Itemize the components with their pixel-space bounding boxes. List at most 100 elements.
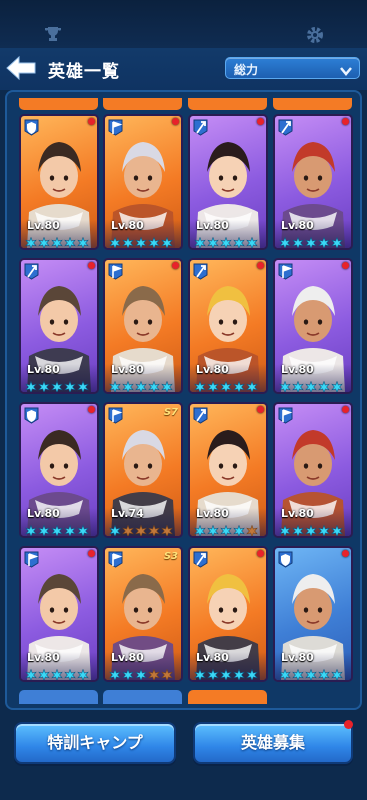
star-filled-icon — [331, 522, 343, 536]
flag-class-icon — [108, 263, 123, 280]
star-filled-icon — [51, 234, 63, 248]
star-filled-icon — [246, 378, 258, 392]
star-filled-icon — [292, 234, 304, 248]
shield-class-icon — [24, 119, 39, 136]
star-filled-icon — [135, 234, 147, 248]
hero-level: Lv.80 — [281, 651, 314, 664]
star-filled-icon — [246, 234, 258, 248]
hero-card[interactable]: S7 Lv.74 — [103, 402, 183, 538]
star-rating — [109, 522, 173, 536]
star-filled-icon — [38, 378, 50, 392]
star-filled-icon — [194, 522, 206, 536]
hero-level: Lv.80 — [27, 651, 60, 664]
partial-hero-card[interactable] — [19, 690, 98, 704]
hero-card[interactable]: Lv.80 — [103, 114, 183, 250]
star-filled-icon — [233, 666, 245, 680]
star-filled-icon — [194, 666, 206, 680]
star-rating — [279, 234, 343, 248]
star-filled-icon — [109, 666, 121, 680]
star-empty-icon — [148, 666, 160, 680]
star-filled-icon — [122, 666, 134, 680]
star-filled-icon — [305, 522, 317, 536]
axe-class-icon — [193, 407, 208, 424]
star-rating — [25, 378, 89, 392]
star-empty-icon — [135, 522, 147, 536]
hero-level: Lv.80 — [281, 363, 314, 376]
star-filled-icon — [77, 666, 89, 680]
star-filled-icon — [77, 234, 89, 248]
star-rating — [194, 378, 258, 392]
hero-level: Lv.80 — [196, 363, 229, 376]
hero-card[interactable]: Lv.80 — [273, 114, 353, 250]
top-bar — [0, 0, 367, 48]
star-filled-icon — [220, 666, 232, 680]
hero-card[interactable]: S3 Lv.80 — [103, 546, 183, 682]
star-filled-icon — [38, 234, 50, 248]
hero-card[interactable]: Lv.80 — [188, 258, 268, 394]
hero-recruit-label: 英雄募集 — [240, 733, 305, 752]
hero-card[interactable]: Lv.80 — [103, 258, 183, 394]
star-filled-icon — [135, 666, 147, 680]
partial-hero-card[interactable] — [103, 690, 182, 704]
notification-dot — [88, 550, 95, 557]
hero-card[interactable]: Lv.80 — [19, 258, 99, 394]
hero-card[interactable]: Lv.80 — [273, 258, 353, 394]
partial-hero-card[interactable] — [188, 690, 267, 704]
page-header: 英雄一覧 総力 — [0, 48, 367, 90]
hero-card[interactable]: Lv.80 — [188, 546, 268, 682]
sort-dropdown[interactable]: 総力 — [225, 57, 360, 79]
star-filled-icon — [331, 378, 343, 392]
star-rating — [25, 522, 89, 536]
sort-selected-label: 総力 — [234, 63, 259, 77]
hero-card[interactable]: Lv.80 — [19, 114, 99, 250]
hero-card[interactable]: Lv.80 — [273, 546, 353, 682]
partial-hero-card[interactable] — [103, 98, 182, 110]
hero-level: Lv.80 — [196, 219, 229, 232]
shield-class-icon — [24, 407, 39, 424]
hero-level: Lv.80 — [111, 651, 144, 664]
flag-class-icon — [278, 263, 293, 280]
back-button[interactable] — [5, 54, 37, 82]
training-camp-button[interactable]: 特訓キャンプ — [14, 722, 176, 764]
axe-class-icon — [193, 263, 208, 280]
gear-icon[interactable] — [306, 26, 324, 48]
star-filled-icon — [318, 666, 330, 680]
star-rating — [25, 666, 89, 680]
trophy-icon[interactable] — [44, 26, 62, 46]
star-rating — [194, 666, 258, 680]
star-filled-icon — [207, 234, 219, 248]
notification-dot — [342, 118, 349, 125]
partial-hero-card[interactable] — [19, 98, 98, 110]
hero-card[interactable]: Lv.80 — [273, 402, 353, 538]
hero-card[interactable]: Lv.80 — [19, 546, 99, 682]
partial-hero-card[interactable] — [273, 98, 352, 110]
star-rating — [194, 234, 258, 248]
star-rating — [109, 378, 173, 392]
star-filled-icon — [64, 522, 76, 536]
notification-dot — [344, 720, 353, 729]
notification-dot — [257, 118, 264, 125]
star-filled-icon — [220, 378, 232, 392]
star-filled-icon — [135, 378, 147, 392]
star-filled-icon — [220, 234, 232, 248]
hero-recruit-button[interactable]: 英雄募集 — [193, 720, 353, 764]
star-filled-icon — [161, 234, 173, 248]
star-filled-icon — [64, 666, 76, 680]
partial-hero-card[interactable] — [188, 98, 267, 110]
hero-level: Lv.80 — [281, 219, 314, 232]
notification-dot — [342, 262, 349, 269]
notification-dot — [342, 550, 349, 557]
hero-card[interactable]: Lv.80 — [19, 402, 99, 538]
star-filled-icon — [194, 234, 206, 248]
hero-card[interactable]: Lv.80 — [188, 114, 268, 250]
notification-dot — [257, 262, 264, 269]
star-rating — [109, 234, 173, 248]
hero-card[interactable]: Lv.80 — [188, 402, 268, 538]
star-filled-icon — [122, 378, 134, 392]
star-filled-icon — [64, 234, 76, 248]
hero-level: Lv.74 — [111, 507, 144, 520]
skill-rank-badge: S3 — [163, 551, 178, 562]
star-filled-icon — [233, 378, 245, 392]
chevron-down-icon — [339, 62, 353, 81]
hero-list-panel[interactable]: Lv.80 Lv.80 Lv.80 Lv.80 Lv.80 Lv.80 Lv.80 Lv.80… — [5, 90, 362, 710]
